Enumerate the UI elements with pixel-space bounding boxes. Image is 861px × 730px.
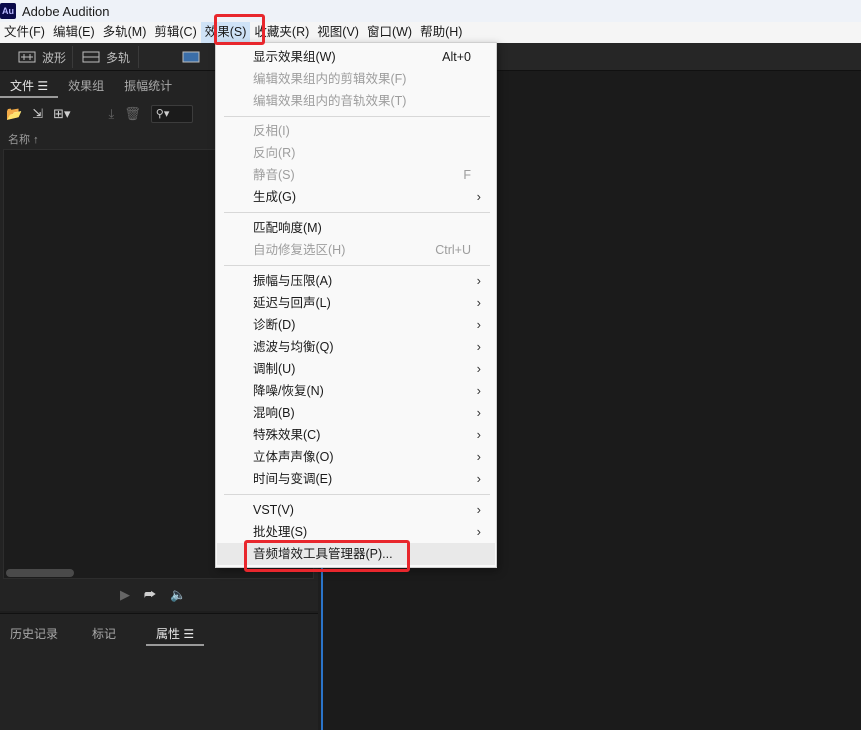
autoplay-speaker-icon[interactable]: 🔈 <box>170 587 186 603</box>
menu-item-show-effects-rack[interactable]: 显示效果组(W) Alt+0 <box>217 46 495 68</box>
tab-properties[interactable]: 属性 ☰ <box>146 624 205 646</box>
name-column-header[interactable]: 名称 ↑ <box>8 131 39 147</box>
loop-icon[interactable]: ⮫ <box>144 587 156 603</box>
submenu-arrow-icon: › <box>476 361 481 376</box>
menu-item-edit-track-effects[interactable]: 编辑效果组内的音轨效果(T) <box>217 90 495 112</box>
menu-clip[interactable]: 剪辑(C) <box>150 22 200 43</box>
submenu-arrow-icon: › <box>476 317 481 332</box>
spectral-icon <box>182 51 200 63</box>
menu-separator <box>224 265 490 266</box>
search-input[interactable]: ⚲▾ <box>150 105 193 123</box>
tab-history[interactable]: 历史记录 <box>0 624 68 646</box>
submenu-arrow-icon: › <box>476 295 481 310</box>
tab-amplitude-stats[interactable]: 振幅统计 <box>114 76 182 98</box>
menu-edit[interactable]: 编辑(E) <box>49 22 99 43</box>
tab-markers[interactable]: 标记 <box>82 624 126 646</box>
annotation-box-menu <box>214 14 265 45</box>
app-logo: Au <box>0 3 16 19</box>
menu-separator <box>224 116 490 117</box>
menu-multitrack[interactable]: 多轨(M) <box>99 22 151 43</box>
insert-icon[interactable]: ⤓ <box>109 106 115 122</box>
annotation-box-item <box>244 540 410 572</box>
sort-arrow-icon: ↑ <box>33 134 39 146</box>
title-bar: Au Adobe Audition <box>0 0 861 22</box>
menu-window[interactable]: 窗口(W) <box>363 22 416 43</box>
waveform-label: 波形 <box>42 50 67 65</box>
submenu-arrow-icon: › <box>476 449 481 464</box>
effects-menu-dropdown: 显示效果组(W) Alt+0 编辑效果组内的剪辑效果(F) 编辑效果组内的音轨效果… <box>215 42 497 568</box>
menu-item-invert[interactable]: 反相(I) <box>217 120 495 142</box>
menu-item-special[interactable]: 特殊效果(C) › <box>217 424 495 446</box>
multitrack-view-button[interactable]: 多轨 <box>82 47 130 67</box>
window-title: Adobe Audition <box>22 3 110 19</box>
menu-item-stereo-imagery[interactable]: 立体声声像(O) › <box>217 446 495 468</box>
new-file-icon[interactable]: ⊞▾ <box>53 106 70 122</box>
multitrack-icon <box>82 51 100 63</box>
submenu-arrow-icon: › <box>476 502 481 517</box>
bottom-panel-tabs: 历史记录 标记 属性 ☰ <box>0 624 205 646</box>
menu-item-time-pitch[interactable]: 时间与变调(E) › <box>217 468 495 490</box>
menu-help[interactable]: 帮助(H) <box>416 22 466 43</box>
horizontal-scrollbar[interactable] <box>6 569 74 577</box>
files-toolbar: 📂 ⇲ ⊞▾ ⤓ 🗑 ⚲▾ <box>6 105 193 123</box>
menu-item-generate[interactable]: 生成(G) › <box>217 186 495 208</box>
submenu-arrow-icon: › <box>476 189 481 204</box>
menu-item-vst[interactable]: VST(V) › <box>217 499 495 521</box>
preview-transport: ▶ ⮫ 🔈 <box>120 587 186 603</box>
waveform-view-button[interactable]: 波形 <box>18 47 66 67</box>
menu-file[interactable]: 文件(F) <box>0 22 49 43</box>
open-folder-icon[interactable]: 📂 <box>6 106 22 122</box>
menu-item-match-loudness[interactable]: 匹配响度(M) <box>217 217 495 239</box>
waveform-icon <box>18 51 36 63</box>
menu-item-auto-heal[interactable]: 自动修复选区(H) Ctrl+U <box>217 239 495 261</box>
tab-files[interactable]: 文件 ☰ <box>0 76 59 98</box>
menu-separator <box>224 212 490 213</box>
submenu-arrow-icon: › <box>476 405 481 420</box>
play-icon[interactable]: ▶ <box>120 587 130 603</box>
menu-item-filter-eq[interactable]: 滤波与均衡(Q) › <box>217 336 495 358</box>
multitrack-label: 多轨 <box>106 50 131 65</box>
submenu-arrow-icon: › <box>476 383 481 398</box>
submenu-arrow-icon: › <box>476 524 481 539</box>
menu-item-reverse[interactable]: 反向(R) <box>217 142 495 164</box>
submenu-arrow-icon: › <box>476 427 481 442</box>
menu-bar: 文件(F) 编辑(E) 多轨(M) 剪辑(C) 效果(S) 收藏夹(R) 视图(… <box>0 22 861 43</box>
menu-item-modulation[interactable]: 调制(U) › <box>217 358 495 380</box>
menu-item-silence[interactable]: 静音(S) F <box>217 164 495 186</box>
spectral-view-button[interactable] <box>182 47 200 67</box>
menu-item-edit-clip-effects[interactable]: 编辑效果组内的剪辑效果(F) <box>217 68 495 90</box>
menu-item-reverb[interactable]: 混响(B) › <box>217 402 495 424</box>
delete-icon[interactable]: 🗑 <box>124 106 141 122</box>
tab-effects-group[interactable]: 效果组 <box>58 76 114 98</box>
menu-item-amplitude-compression[interactable]: 振幅与压限(A) › <box>217 270 495 292</box>
submenu-arrow-icon: › <box>476 273 481 288</box>
menu-item-delay-echo[interactable]: 延迟与回声(L) › <box>217 292 495 314</box>
menu-separator <box>224 494 490 495</box>
menu-item-diagnostics[interactable]: 诊断(D) › <box>217 314 495 336</box>
menu-item-noise-reduction[interactable]: 降噪/恢复(N) › <box>217 380 495 402</box>
menu-view[interactable]: 视图(V) <box>313 22 363 43</box>
bottom-panel: 历史记录 标记 属性 ☰ <box>0 613 318 730</box>
toolbar-divider <box>138 46 139 68</box>
panel-tabs: 文件 ☰ 效果组 振幅统计 <box>0 76 182 98</box>
toolbar-divider <box>72 46 73 68</box>
submenu-arrow-icon: › <box>476 471 481 486</box>
submenu-arrow-icon: › <box>476 339 481 354</box>
import-icon[interactable]: ⇲ <box>32 106 43 122</box>
